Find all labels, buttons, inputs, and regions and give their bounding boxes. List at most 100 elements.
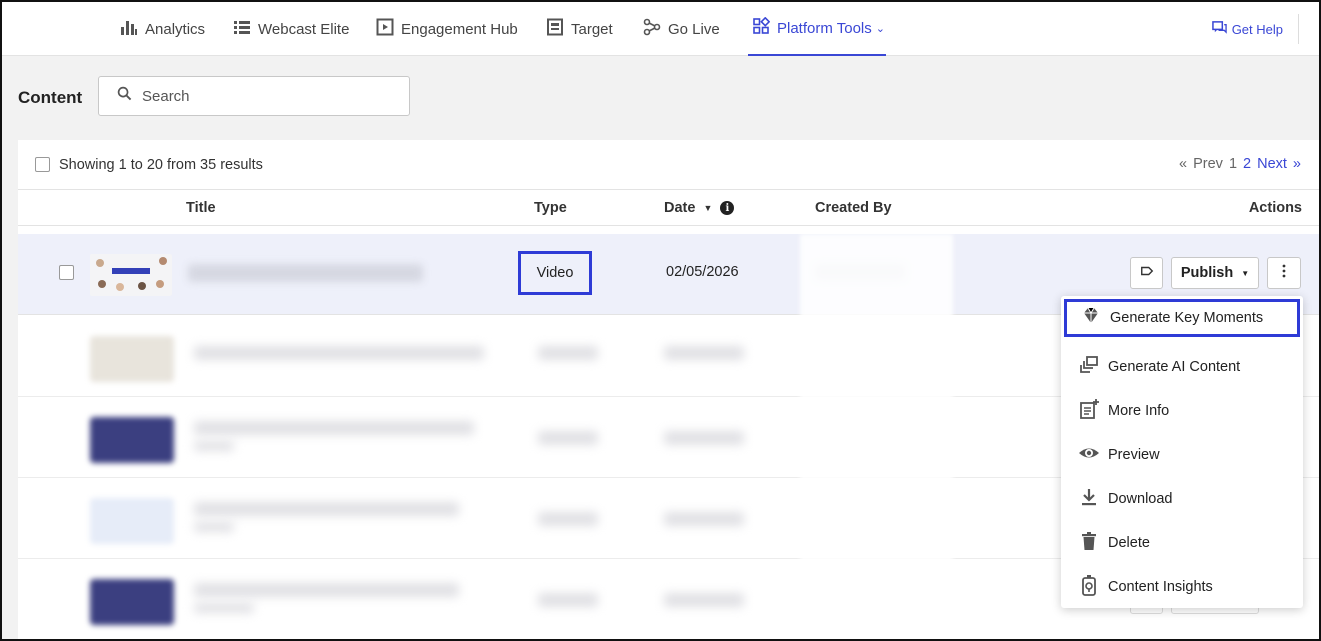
get-help-link[interactable]: Get Help bbox=[1211, 2, 1283, 56]
row-checkbox[interactable] bbox=[59, 265, 74, 280]
menu-label: Generate AI Content bbox=[1108, 359, 1241, 375]
target-icon bbox=[546, 18, 564, 40]
row-type: Video bbox=[518, 251, 592, 295]
publish-button[interactable]: Publish ▼ bbox=[1171, 257, 1259, 289]
table-header: Title Type Date ▼ i Created By Actions bbox=[18, 190, 1319, 226]
col-title[interactable]: Title bbox=[186, 200, 216, 216]
menu-label: Delete bbox=[1108, 535, 1150, 551]
hub-icon bbox=[376, 18, 394, 40]
tag-icon bbox=[1140, 264, 1154, 282]
gem-icon bbox=[1080, 305, 1102, 331]
grid-icon bbox=[752, 16, 771, 39]
thumbnail-redacted bbox=[90, 417, 174, 463]
bar-chart-icon bbox=[120, 18, 138, 40]
get-help-label: Get Help bbox=[1231, 21, 1283, 37]
col-created-by[interactable]: Created By bbox=[815, 200, 892, 216]
actions-menu: Generate Key Moments Generate AI Content… bbox=[1061, 296, 1303, 608]
results-count: Showing 1 to 20 from 35 results bbox=[59, 156, 263, 173]
col-actions: Actions bbox=[1248, 200, 1302, 216]
nav-label: Platform Tools bbox=[777, 19, 872, 37]
row-date: 02/05/2026 bbox=[666, 264, 739, 280]
nav-label: Go Live bbox=[668, 20, 720, 38]
thumbnail-redacted bbox=[90, 498, 174, 544]
text-redacted bbox=[194, 421, 474, 435]
search-input[interactable] bbox=[142, 87, 382, 105]
nav-go-live[interactable]: Go Live bbox=[643, 2, 720, 56]
text-redacted bbox=[664, 431, 744, 445]
menu-label: Generate Key Moments bbox=[1110, 310, 1264, 326]
tag-button[interactable] bbox=[1130, 257, 1163, 289]
publish-label: Publish bbox=[1180, 265, 1234, 281]
menu-content-insights[interactable]: Content Insights bbox=[1061, 565, 1303, 609]
nav-platform-tools[interactable]: Platform Tools ⌄ bbox=[748, 2, 886, 56]
thumbnail-redacted bbox=[90, 336, 174, 382]
eye-icon bbox=[1078, 442, 1100, 468]
col-type[interactable]: Type bbox=[534, 200, 567, 216]
pager-next[interactable]: Next bbox=[1257, 156, 1287, 172]
text-redacted bbox=[538, 512, 598, 526]
menu-generate-key-moments[interactable]: Generate Key Moments bbox=[1064, 299, 1300, 337]
thumbnail-redacted bbox=[90, 579, 174, 625]
pager-page-2[interactable]: 2 bbox=[1243, 156, 1251, 172]
menu-generate-ai-content[interactable]: Generate AI Content bbox=[1061, 345, 1303, 389]
download-icon bbox=[1078, 486, 1100, 512]
text-redacted bbox=[538, 593, 598, 607]
search-icon bbox=[117, 86, 132, 106]
info-doc-icon bbox=[1078, 398, 1100, 424]
nav-analytics[interactable]: Analytics bbox=[120, 2, 205, 56]
text-redacted bbox=[538, 346, 598, 360]
list-icon bbox=[233, 18, 251, 40]
chevron-down-icon: ⌄ bbox=[875, 22, 885, 35]
layers-icon bbox=[1078, 354, 1100, 380]
nav-label: Analytics bbox=[145, 20, 206, 38]
info-icon[interactable]: i bbox=[720, 201, 735, 215]
text-redacted bbox=[194, 522, 234, 532]
select-all-checkbox[interactable] bbox=[35, 157, 50, 172]
pager-prev[interactable]: Prev bbox=[1193, 156, 1223, 172]
top-nav: Analytics Webcast Elite Engagement Hub T… bbox=[2, 2, 1319, 56]
text-redacted bbox=[664, 593, 744, 607]
col-date-label: Date bbox=[664, 200, 696, 216]
menu-delete[interactable]: Delete bbox=[1061, 521, 1303, 565]
text-redacted bbox=[194, 603, 254, 613]
nav-webcast-elite[interactable]: Webcast Elite bbox=[233, 2, 349, 56]
menu-label: More Info bbox=[1108, 403, 1170, 419]
pager-prev-symbol: « bbox=[1179, 156, 1188, 172]
text-redacted bbox=[194, 346, 484, 360]
text-redacted bbox=[194, 583, 459, 597]
menu-label: Preview bbox=[1108, 447, 1160, 463]
pager-page-1[interactable]: 1 bbox=[1229, 156, 1237, 172]
text-redacted bbox=[194, 441, 234, 451]
menu-label: Download bbox=[1108, 491, 1173, 507]
nav-target[interactable]: Target bbox=[546, 2, 613, 56]
page-title: Content bbox=[18, 88, 83, 107]
divider bbox=[1298, 14, 1299, 44]
nav-label: Webcast Elite bbox=[258, 20, 350, 38]
col-date[interactable]: Date ▼ i bbox=[664, 200, 735, 216]
chat-icon bbox=[1211, 20, 1227, 38]
sort-down-icon: ▼ bbox=[703, 203, 713, 213]
row-title-redacted bbox=[188, 264, 423, 282]
pager-next-symbol[interactable]: » bbox=[1293, 156, 1301, 172]
menu-preview[interactable]: Preview bbox=[1061, 433, 1303, 477]
menu-download[interactable]: Download bbox=[1061, 477, 1303, 521]
insights-icon bbox=[1078, 574, 1100, 600]
nav-label: Engagement Hub bbox=[401, 20, 518, 38]
nav-label: Target bbox=[571, 20, 613, 38]
text-redacted bbox=[664, 512, 744, 526]
results-bar: Showing 1 to 20 from 35 results « Prev 1… bbox=[18, 140, 1319, 190]
more-actions-button[interactable] bbox=[1267, 257, 1301, 289]
search-box[interactable] bbox=[98, 76, 410, 116]
pagination: « Prev 1 2 Next » bbox=[1179, 156, 1301, 172]
menu-more-info[interactable]: More Info bbox=[1061, 389, 1303, 433]
text-redacted bbox=[194, 502, 459, 516]
redaction-band bbox=[800, 234, 953, 639]
kebab-icon bbox=[1282, 264, 1286, 282]
app-window: Analytics Webcast Elite Engagement Hub T… bbox=[0, 0, 1321, 641]
video-thumbnail[interactable] bbox=[90, 254, 172, 296]
go-live-icon bbox=[643, 18, 661, 40]
trash-icon bbox=[1078, 530, 1100, 556]
nav-engagement-hub[interactable]: Engagement Hub bbox=[376, 2, 518, 56]
text-redacted bbox=[664, 346, 744, 360]
menu-label: Content Insights bbox=[1108, 579, 1213, 595]
